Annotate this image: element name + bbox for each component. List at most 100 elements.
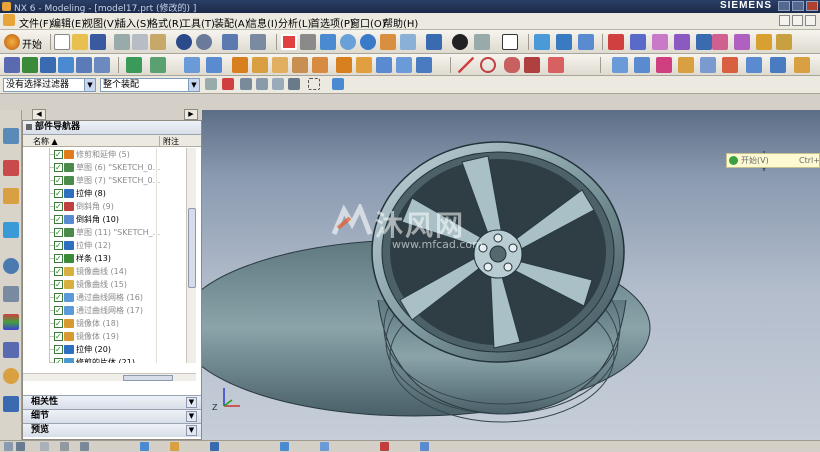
perspective-icon[interactable]	[400, 34, 416, 50]
tree-row[interactable]: 草图 (11) "SKETCH_...	[23, 226, 189, 239]
line-icon[interactable]	[458, 57, 474, 73]
status-icon[interactable]	[16, 442, 25, 451]
wcs-save-icon[interactable]	[696, 34, 712, 50]
minimize-button[interactable]	[778, 1, 790, 11]
pattern-icon[interactable]	[336, 57, 352, 73]
tree-row[interactable]: 镜像体 (18)	[23, 317, 189, 330]
repeat-command-icon[interactable]	[250, 34, 266, 50]
mirror-icon[interactable]	[312, 57, 328, 73]
orient-view-icon[interactable]	[426, 34, 442, 50]
section-preview[interactable]: 预览 ▼	[23, 423, 201, 437]
draft-icon[interactable]	[252, 57, 268, 73]
tree-row[interactable]: 倒斜角 (9)	[23, 200, 189, 213]
zoom-icon[interactable]	[320, 34, 336, 50]
constraint-navigator-icon[interactable]	[3, 160, 19, 176]
part-navigator-icon[interactable]	[3, 188, 19, 204]
tree-row[interactable]: 倒斜角 (10)	[23, 213, 189, 226]
arc-icon[interactable]	[480, 57, 496, 73]
chevron-down-icon[interactable]: ▼	[188, 79, 199, 91]
select-rect-icon[interactable]	[308, 78, 320, 90]
visibility-checkbox[interactable]	[54, 187, 63, 200]
system-scenes-icon[interactable]	[3, 396, 19, 412]
redo-icon[interactable]	[196, 34, 212, 50]
zoom-window-icon[interactable]	[300, 34, 316, 50]
open-folder-icon[interactable]	[72, 34, 88, 50]
visibility-checkbox[interactable]	[54, 226, 63, 239]
split-body-icon[interactable]	[292, 57, 308, 73]
fit-view-icon[interactable]	[281, 34, 297, 50]
menu-tools[interactable]: 工具(T)	[181, 15, 215, 30]
visibility-checkbox[interactable]	[54, 161, 63, 174]
menu-window[interactable]: 窗口(O)	[350, 15, 386, 30]
color-square-icon[interactable]	[502, 34, 518, 50]
render-style-icon[interactable]	[452, 34, 468, 50]
copy-icon[interactable]	[132, 34, 148, 50]
chevron-down-icon[interactable]: ▼	[84, 79, 95, 91]
visibility-checkbox[interactable]	[54, 304, 63, 317]
save-icon[interactable]	[90, 34, 106, 50]
vertical-scrollbar[interactable]	[186, 148, 196, 363]
chevron-down-icon[interactable]: ▼	[186, 411, 197, 422]
tree-row[interactable]: 镜像曲线 (14)	[23, 265, 189, 278]
tree-row[interactable]: 草图 (7) "SKETCH_0...	[23, 174, 189, 187]
snap-center-icon[interactable]	[272, 78, 284, 90]
wcs-dynamic-icon[interactable]	[712, 34, 728, 50]
status-icon[interactable]	[4, 442, 13, 451]
visibility-checkbox[interactable]	[54, 265, 63, 278]
visualization-icon[interactable]	[3, 314, 19, 330]
annotation-icon[interactable]	[776, 34, 792, 50]
section-details[interactable]: 细节 ▼	[23, 409, 201, 423]
scrollbar-thumb[interactable]	[188, 208, 196, 288]
revolve-icon[interactable]	[58, 57, 74, 73]
chevron-left-icon[interactable]: ◀	[32, 109, 46, 120]
through-mesh-icon[interactable]	[634, 57, 650, 73]
swept-icon[interactable]	[656, 57, 672, 73]
unite-icon[interactable]	[126, 57, 142, 73]
spline-icon[interactable]	[504, 57, 520, 73]
undo-icon[interactable]	[176, 34, 192, 50]
chamfer-icon[interactable]	[206, 57, 222, 73]
sketch-icon[interactable]	[4, 57, 20, 73]
wcs-orient-icon[interactable]	[652, 34, 668, 50]
menu-insert[interactable]: 插入(S)	[116, 15, 150, 30]
boss-icon[interactable]	[94, 57, 110, 73]
tree-row[interactable]: 草图 (6) "SKETCH_0...	[23, 161, 189, 174]
ruler-icon[interactable]	[756, 34, 772, 50]
curve-icon[interactable]	[524, 57, 540, 73]
tree-row[interactable]: 通过曲线网格 (17)	[23, 304, 189, 317]
rotate-icon[interactable]	[360, 34, 376, 50]
selection-filter-dropdown[interactable]: 没有选择过滤器 ▼	[3, 78, 96, 92]
tree-row[interactable]: 拉伸 (8)	[23, 187, 189, 200]
assembly-scope-dropdown[interactable]: 整个装配 ▼	[100, 78, 200, 92]
through-curves-icon[interactable]	[612, 57, 628, 73]
tree-row[interactable]: 修剪和延伸 (5)	[23, 148, 189, 161]
thicken-icon[interactable]	[376, 57, 392, 73]
visibility-checkbox[interactable]	[54, 213, 63, 226]
magnify-icon[interactable]	[340, 34, 356, 50]
surface-more-icon[interactable]	[794, 57, 810, 73]
trimmed-sheet-icon[interactable]	[746, 57, 762, 73]
process-studio-icon[interactable]	[3, 342, 19, 358]
reuse-library-icon[interactable]	[3, 222, 19, 238]
status-icon[interactable]	[280, 442, 289, 451]
datum-icon[interactable]	[22, 57, 38, 73]
scale-icon[interactable]	[396, 57, 412, 73]
visibility-checkbox[interactable]	[54, 148, 63, 161]
section-dependencies[interactable]: 相关性 ▼	[23, 395, 201, 409]
doc-restore-button[interactable]	[792, 15, 803, 26]
tree-row[interactable]: 镜像曲线 (15)	[23, 278, 189, 291]
tree-row[interactable]: 拉伸 (20)	[23, 343, 189, 356]
visibility-checkbox[interactable]	[54, 330, 63, 343]
work-layer-icon[interactable]	[534, 34, 550, 50]
tree-row[interactable]: 拉伸 (12)	[23, 239, 189, 252]
select-body-icon[interactable]	[332, 78, 344, 90]
snap-mid-icon[interactable]	[256, 78, 268, 90]
chevron-down-icon[interactable]: ▼	[186, 397, 197, 408]
chevron-right-icon[interactable]: ▶	[184, 109, 198, 120]
menu-preferences[interactable]: 首选项(P)	[310, 15, 354, 30]
column-notes[interactable]: 附注	[159, 136, 179, 147]
assembly-navigator-icon[interactable]	[3, 128, 19, 144]
project-curve-icon[interactable]	[548, 57, 564, 73]
status-icon[interactable]	[60, 442, 69, 451]
scrollbar-thumb[interactable]	[123, 375, 173, 381]
